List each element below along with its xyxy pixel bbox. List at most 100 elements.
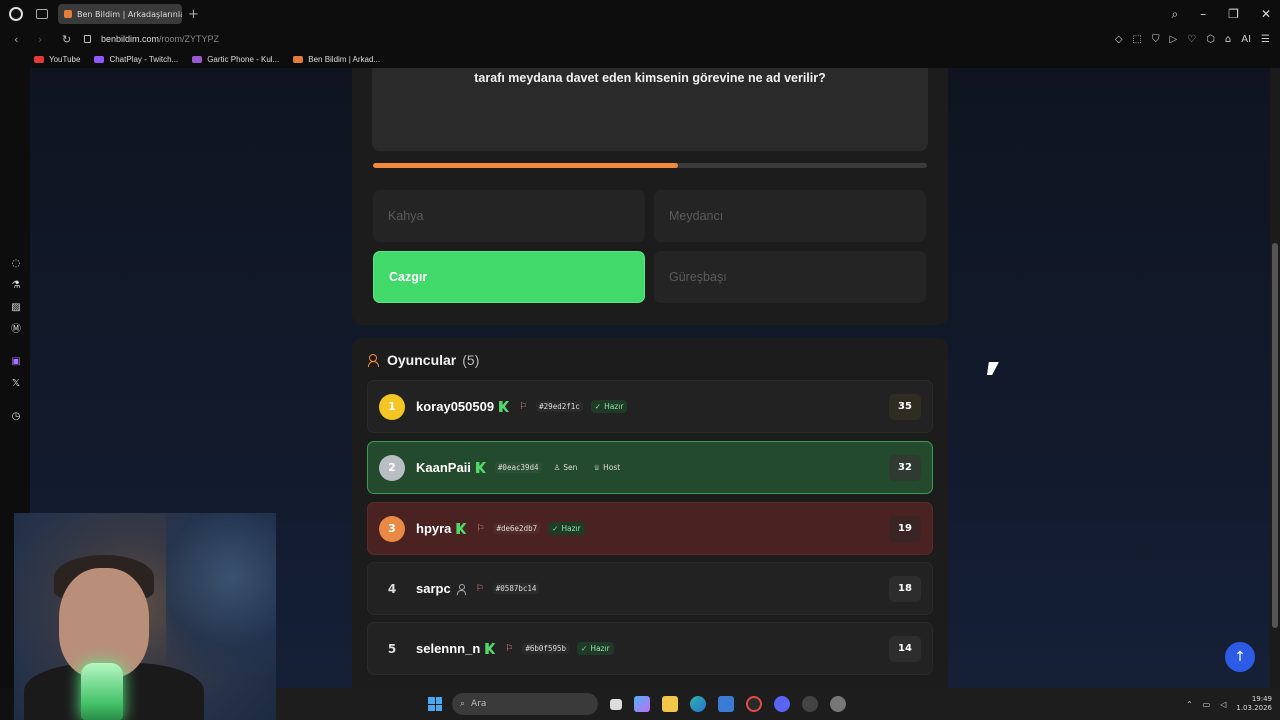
close-icon[interactable]: ✕: [1261, 7, 1271, 22]
x-icon[interactable]: 𝕏: [10, 378, 22, 390]
discord-icon[interactable]: [774, 696, 790, 712]
forward-icon[interactable]: ›: [38, 33, 48, 46]
bookmark-chatplay[interactable]: ChatPlay - Twitch...: [94, 55, 178, 64]
maximize-icon[interactable]: ❐: [1228, 7, 1239, 22]
bookmarks-bar: YouTube ChatPlay - Twitch... Gartic Phon…: [0, 50, 1280, 68]
answer-option-kahya[interactable]: Kahya: [373, 190, 645, 242]
new-tab-button[interactable]: +: [188, 7, 199, 22]
tab-title: Ben Bildim | Arkadaşlarınla: [77, 9, 182, 19]
gartic-icon: [192, 55, 203, 63]
address-bar: ‹ › ↻ benbildim.com/room/ZYTYPZ ◇ ⬚ ⛉ ▷ …: [0, 28, 1280, 50]
kick-player-icon[interactable]: ⚐: [505, 644, 513, 654]
twitch-icon[interactable]: ▣: [10, 356, 22, 368]
messenger-icon[interactable]: Ⓜ: [10, 324, 22, 336]
kick-icon: [456, 523, 467, 534]
check-icon: ✓: [581, 644, 588, 653]
host-badge: ♕ Host: [589, 461, 624, 474]
back-icon[interactable]: ‹: [14, 33, 24, 46]
opera-app-icon[interactable]: [746, 696, 762, 712]
players-count: (5): [462, 352, 480, 368]
search-tabs-icon[interactable]: ⌕: [1171, 7, 1178, 22]
chrome-icon[interactable]: [830, 696, 846, 712]
status-badge: ✓ Hazır: [548, 522, 585, 535]
clock[interactable]: 19:49 1.03.2026: [1236, 695, 1272, 713]
bookmark-label: Gartic Phone - Kul...: [207, 54, 280, 64]
kick-player-icon[interactable]: ⚐: [476, 524, 484, 534]
player-row[interactable]: 4 sarpc ⚐ #0587bc14 18: [367, 562, 933, 615]
tab-islands-icon[interactable]: [36, 9, 48, 19]
pinboard-icon[interactable]: ▨: [10, 302, 22, 314]
kick-player-icon[interactable]: ⚐: [476, 584, 484, 594]
host-label: Host: [603, 463, 621, 472]
scroll-to-top-button[interactable]: ↑: [1225, 642, 1255, 672]
ai-button[interactable]: AI: [1241, 34, 1251, 45]
opera-logo-icon[interactable]: [9, 7, 23, 21]
mouse-cursor-icon: [987, 362, 999, 375]
check-icon: ✓: [552, 524, 559, 533]
answer-option-guresbasi[interactable]: Güreşbaşı: [654, 251, 926, 303]
player-id: #6b0f595b: [522, 643, 570, 654]
wall-art: [166, 513, 276, 673]
volume-icon[interactable]: ◁: [1220, 700, 1226, 709]
copilot-icon[interactable]: [634, 696, 650, 712]
flow-icon[interactable]: ⚗: [10, 280, 22, 292]
answer-option-cazgir[interactable]: Cazgır: [373, 251, 645, 303]
users-icon: [368, 354, 382, 367]
extensions-icon[interactable]: ⬡: [1206, 34, 1215, 45]
bookmark-benbildim[interactable]: Ben Bildim | Arkad...: [293, 55, 380, 64]
player-row[interactable]: 1 koray050509 ⚐ #29ed2f1c ✓ Hazır 35: [367, 380, 933, 433]
player-score: 14: [889, 635, 921, 662]
arrow-up-icon: ↑: [1234, 649, 1246, 665]
bookmark-gartic[interactable]: Gartic Phone - Kul...: [192, 55, 279, 64]
bookmark-icon[interactable]: ◇: [1115, 34, 1123, 45]
scrollbar-thumb[interactable]: [1272, 243, 1278, 628]
reload-icon[interactable]: ↻: [62, 33, 72, 46]
rank-badge: 3: [379, 515, 405, 542]
check-icon: ✓: [594, 402, 602, 411]
player-row[interactable]: 3 hpyra ⚐ #de6e2db7 ✓ Hazır 19: [367, 502, 933, 555]
player-row[interactable]: 2 KaanPaii #0eac39d4 ♙ Sen ♕ Host 32: [367, 441, 933, 494]
clock-date: 1.03.2026: [1236, 704, 1272, 712]
status-label: Hazır: [590, 644, 610, 653]
kick-player-icon[interactable]: ⚐: [519, 402, 527, 412]
url-field[interactable]: benbildim.com/room/ZYTYPZ: [101, 34, 219, 44]
player-row[interactable]: 5 selennn_n ⚐ #6b0f595b ✓ Hazır 14: [367, 622, 933, 675]
kick-icon: [475, 462, 486, 473]
search-icon: ⌕: [460, 699, 466, 709]
obs-icon[interactable]: [802, 696, 818, 712]
status-badge: ✓ Hazır: [590, 400, 628, 413]
search-placeholder: Ara: [471, 699, 487, 709]
status-label: Hazır: [561, 524, 581, 533]
shield-icon[interactable]: ⛉: [1152, 34, 1160, 45]
minimize-icon[interactable]: –: [1200, 7, 1206, 22]
store-icon[interactable]: [718, 696, 734, 712]
file-explorer-icon[interactable]: [662, 696, 678, 712]
webcam-overlay: [14, 513, 276, 720]
network-icon[interactable]: ▭: [1203, 700, 1211, 709]
heart-icon[interactable]: ♡: [1187, 34, 1196, 45]
windows-start-icon[interactable]: [428, 697, 442, 711]
edge-icon[interactable]: [690, 696, 706, 712]
aria-icon[interactable]: ◌: [10, 258, 22, 270]
bookmark-youtube[interactable]: YouTube: [34, 55, 80, 64]
history-icon[interactable]: ◷: [10, 411, 22, 423]
url-domain: benbildim.com: [101, 34, 160, 44]
taskbar-search[interactable]: ⌕ Ara: [452, 693, 598, 715]
snapshot-icon[interactable]: ⬚: [1133, 34, 1142, 45]
tray-chevron-icon[interactable]: ⌃: [1186, 700, 1193, 709]
play-icon[interactable]: ▷: [1169, 34, 1177, 45]
player-name: selennn_n: [416, 641, 481, 656]
wallet-icon[interactable]: ⌂: [1225, 34, 1231, 45]
timer-progress-bar: [373, 163, 927, 168]
status-label: Hazır: [604, 402, 624, 411]
timer-progress-fill: [373, 163, 678, 168]
bookmark-label: ChatPlay - Twitch...: [109, 54, 179, 64]
player-name: sarpc: [416, 581, 451, 596]
menu-icon[interactable]: ☰: [1261, 34, 1270, 45]
microphone: [81, 663, 123, 720]
page-scrollbar[interactable]: [1270, 68, 1280, 688]
answer-option-meydanci[interactable]: Meydancı: [654, 190, 926, 242]
players-title: Oyuncular: [387, 352, 457, 368]
task-view-icon[interactable]: [610, 698, 622, 710]
browser-tab[interactable]: Ben Bildim | Arkadaşlarınla: [58, 4, 182, 24]
